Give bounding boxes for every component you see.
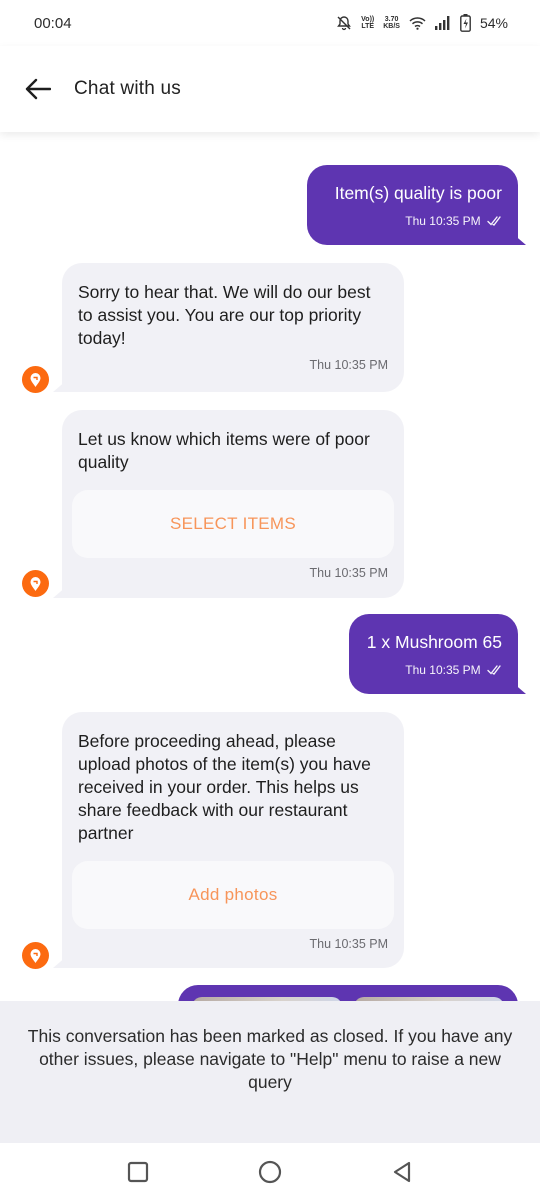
conversation-closed-banner: This conversation has been marked as clo… bbox=[0, 1001, 540, 1143]
incoming-message: Before proceeding ahead, please upload p… bbox=[53, 712, 404, 968]
home-button[interactable] bbox=[253, 1155, 287, 1189]
status-bar: 00:04 Vo)) LTE 3.70 KB/S 54% bbox=[0, 0, 540, 46]
wifi-icon bbox=[409, 16, 426, 30]
message-meta: Thu 10:35 PM bbox=[323, 214, 502, 228]
message-text: Let us know which items were of poor qua… bbox=[78, 429, 370, 472]
system-nav-bar bbox=[0, 1143, 540, 1200]
bubble-tail bbox=[512, 233, 526, 245]
mute-icon bbox=[336, 15, 352, 31]
triangle-back-icon bbox=[393, 1161, 411, 1182]
message-text: Sorry to hear that. We will do our best … bbox=[78, 282, 371, 348]
select-items-button[interactable]: SELECT ITEMS bbox=[72, 490, 394, 558]
message-text: Before proceeding ahead, please upload p… bbox=[78, 731, 371, 843]
page-title: Chat with us bbox=[74, 78, 181, 99]
incoming-message: Let us know which items were of poor qua… bbox=[53, 410, 404, 598]
double-check-icon bbox=[487, 216, 501, 226]
message-time: Thu 10:35 PM bbox=[309, 937, 388, 951]
message-time: Thu 10:35 PM bbox=[405, 214, 481, 228]
swiggy-logo-icon bbox=[22, 942, 49, 969]
outgoing-photo-message[interactable] bbox=[178, 985, 518, 1001]
chat-header: Chat with us bbox=[0, 46, 540, 132]
signal-icon bbox=[434, 16, 451, 30]
bubble-tail bbox=[53, 380, 67, 392]
bubble-tail bbox=[512, 682, 526, 694]
status-icons: Vo)) LTE 3.70 KB/S 54% bbox=[336, 14, 508, 32]
swiggy-logo-icon bbox=[22, 366, 49, 393]
message-text: 1 x Mushroom 65 bbox=[366, 632, 502, 652]
message-time: Thu 10:35 PM bbox=[405, 663, 481, 677]
outgoing-message: 1 x Mushroom 65 Thu 10:35 PM bbox=[349, 614, 526, 694]
outgoing-message: Item(s) quality is poor Thu 10:35 PM bbox=[307, 165, 526, 245]
swiggy-logo-icon bbox=[22, 570, 49, 597]
message-text: Item(s) quality is poor bbox=[334, 183, 502, 203]
chat-thread[interactable]: Item(s) quality is poor Thu 10:35 PM Sor… bbox=[0, 132, 540, 1001]
message-time: Thu 10:35 PM bbox=[309, 358, 388, 372]
volte-icon: Vo)) LTE bbox=[361, 16, 375, 30]
network-speed: 3.70 KB/S bbox=[383, 16, 400, 30]
back-button[interactable] bbox=[24, 75, 52, 103]
closed-banner-text: This conversation has been marked as clo… bbox=[27, 1026, 513, 1092]
incoming-message: Sorry to hear that. We will do our best … bbox=[53, 263, 404, 392]
circle-icon bbox=[258, 1160, 282, 1183]
double-check-icon bbox=[487, 665, 501, 675]
arrow-left-icon bbox=[25, 78, 51, 100]
square-icon bbox=[127, 1161, 149, 1182]
message-time: Thu 10:35 PM bbox=[309, 566, 388, 580]
status-time: 00:04 bbox=[34, 14, 72, 32]
back-nav-button[interactable] bbox=[385, 1155, 419, 1189]
bubble-tail bbox=[53, 956, 67, 968]
message-meta: Thu 10:35 PM bbox=[365, 663, 502, 677]
battery-percent: 54% bbox=[479, 15, 508, 31]
battery-icon bbox=[460, 14, 471, 32]
add-photos-button[interactable]: Add photos bbox=[72, 861, 394, 929]
bubble-tail bbox=[53, 586, 67, 598]
recents-button[interactable] bbox=[121, 1155, 155, 1189]
